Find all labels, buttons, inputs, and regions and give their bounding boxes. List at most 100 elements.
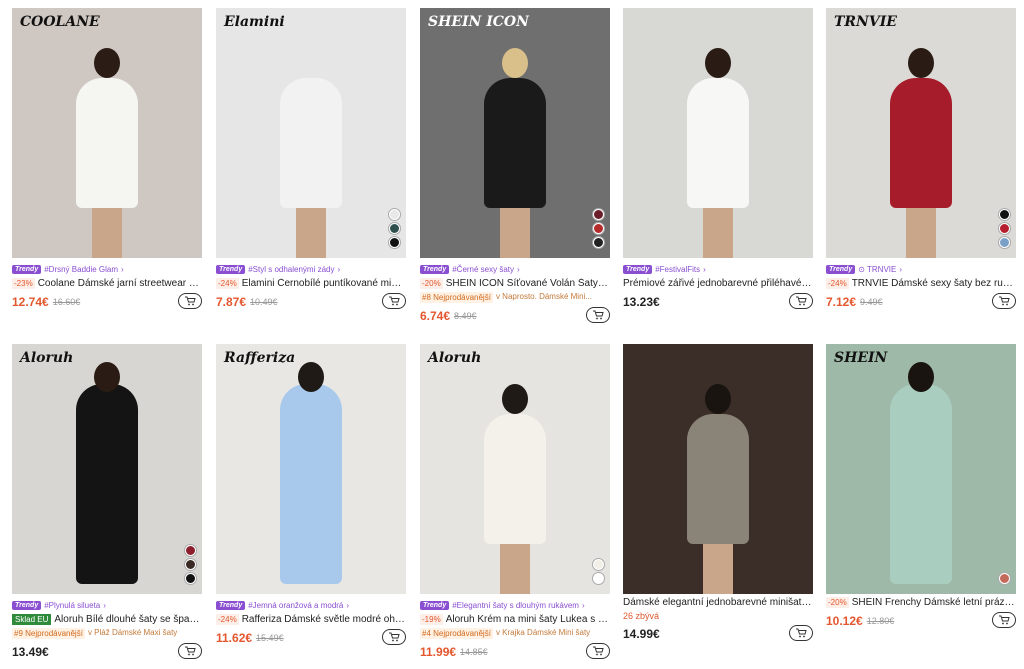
- price-row: 10.12€ 12.80€: [826, 612, 1016, 630]
- product-title[interactable]: Dámské elegantní jednobarevné minišaty s…: [623, 597, 813, 608]
- product-card[interactable]: Aloruh Trendy #Elegantní šaty s dlouhým ru…: [420, 344, 610, 661]
- model-figure: [280, 78, 342, 208]
- product-title-row[interactable]: -24% Elamini Černobílé puntíkované mini š…: [216, 278, 406, 289]
- color-swatch[interactable]: [999, 573, 1010, 584]
- add-to-cart-button[interactable]: [382, 293, 406, 309]
- product-title[interactable]: SHEIN Frenchy Dámské letní prázdni...: [852, 597, 1016, 608]
- trend-label: #FestivalFits: [655, 264, 701, 274]
- product-card[interactable]: SHEIN -20% SHEIN Frenchy Dámské letní práz…: [826, 344, 1016, 630]
- add-to-cart-button[interactable]: [586, 643, 610, 659]
- add-to-cart-button[interactable]: [382, 629, 406, 645]
- product-title-row[interactable]: -24% TRNVIE Dámské sexy šaty bez rukáv...: [826, 278, 1016, 289]
- price: 11.62€: [216, 631, 253, 645]
- product-title[interactable]: TRNVIE Dámské sexy šaty bez rukáv...: [852, 278, 1016, 289]
- product-card[interactable]: Aloruh Trendy #Plynulá silueta › Sklad EU Alo…: [12, 344, 202, 661]
- product-image[interactable]: Aloruh: [420, 344, 610, 594]
- product-image[interactable]: Rafferiza: [216, 344, 406, 594]
- product-image[interactable]: [623, 344, 813, 594]
- product-title[interactable]: Prémiové zářivé jednobarevné přiléhavé š…: [623, 278, 813, 289]
- price-row: 11.62€ 15.49€: [216, 629, 406, 647]
- trend-tag[interactable]: Trendy #FestivalFits ›: [623, 263, 813, 275]
- trend-tag[interactable]: Trendy #Elegantní šaty s dlouhým rukávem ›: [420, 599, 610, 611]
- color-swatch[interactable]: [999, 209, 1010, 220]
- add-to-cart-button[interactable]: [178, 293, 202, 309]
- trend-tag[interactable]: Trendy #Jemná oranžová a modrá ›: [216, 599, 406, 611]
- model-figure: [687, 78, 749, 208]
- add-to-cart-button[interactable]: [789, 625, 813, 641]
- price: 7.12€: [826, 295, 857, 309]
- price-row: 11.99€ 14.85€: [420, 643, 610, 661]
- color-swatch[interactable]: [389, 223, 400, 234]
- product-image[interactable]: SHEIN: [826, 344, 1016, 594]
- color-swatch[interactable]: [185, 559, 196, 570]
- color-swatch[interactable]: [593, 223, 604, 234]
- product-title-row[interactable]: -20% SHEIN ICON Síťované Volán Šaty na ..…: [420, 278, 610, 289]
- product-card[interactable]: Trendy #FestivalFits › Prémiové zářivé jedn…: [623, 8, 813, 311]
- trendy-badge: Trendy: [216, 600, 246, 610]
- color-swatch[interactable]: [999, 237, 1010, 248]
- trend-tag[interactable]: Trendy #Drsný Baddie Glam ›: [12, 263, 202, 275]
- product-title[interactable]: Aloruh Krém na mini šaty Lukea s dl...: [446, 614, 610, 625]
- product-title-row[interactable]: -23% Coolane Dámské jarní streetwear hip.…: [12, 278, 202, 289]
- price: 14.99€: [623, 627, 660, 641]
- original-price: 10.49€: [250, 297, 278, 307]
- color-swatch[interactable]: [593, 573, 604, 584]
- color-swatches: [593, 559, 604, 584]
- product-title-row[interactable]: Prémiové zářivé jednobarevné přiléhavé š…: [623, 278, 813, 289]
- product-card[interactable]: COOLANE Trendy #Drsný Baddie Glam › -23% Cool…: [12, 8, 202, 311]
- product-title-row[interactable]: -19% Aloruh Krém na mini šaty Lukea s dl.…: [420, 614, 610, 625]
- product-card[interactable]: SHEIN ICON Trendy #Černé sexy šaty › -20% SHE…: [420, 8, 610, 325]
- add-to-cart-button[interactable]: [992, 293, 1016, 309]
- product-title-row[interactable]: -20% SHEIN Frenchy Dámské letní prázdni..…: [826, 597, 1016, 608]
- trend-tag[interactable]: Trendy #Černé sexy šaty ›: [420, 263, 610, 275]
- trend-tag[interactable]: Trendy #Plynulá silueta ›: [12, 599, 202, 611]
- color-swatch[interactable]: [593, 209, 604, 220]
- model-head: [705, 48, 731, 78]
- bestseller-rank[interactable]: #8 Nejprodávanější v Naprosto. Dámské Min…: [420, 292, 610, 303]
- model-legs: [296, 208, 326, 258]
- color-swatch[interactable]: [389, 237, 400, 248]
- product-title-row[interactable]: Dámské elegantní jednobarevné minišaty s…: [623, 597, 813, 608]
- color-swatch[interactable]: [389, 209, 400, 220]
- product-title[interactable]: Elamini Černobílé puntíkované mini š...: [242, 278, 406, 289]
- product-title[interactable]: Rafferiza Dámské světle modré ohláv...: [242, 614, 406, 625]
- product-image[interactable]: TRNVIE: [826, 8, 1016, 258]
- product-title[interactable]: Aloruh Bílé dlouhé šaty se špaget...: [54, 614, 202, 625]
- color-swatch[interactable]: [999, 223, 1010, 234]
- add-to-cart-button[interactable]: [992, 612, 1016, 628]
- discount-badge: -20%: [420, 278, 443, 289]
- discount-badge: -23%: [12, 278, 35, 289]
- brand-logo: Aloruh: [428, 350, 482, 366]
- price: 12.74€: [12, 295, 49, 309]
- product-card[interactable]: Elamini Trendy #Styl s odhalenými zády › -24…: [216, 8, 406, 311]
- color-swatch[interactable]: [185, 545, 196, 556]
- price-row: 12.74€ 16.60€: [12, 293, 202, 311]
- color-swatch[interactable]: [593, 237, 604, 248]
- chevron-right-icon: ›: [121, 264, 124, 274]
- product-image[interactable]: Aloruh: [12, 344, 202, 594]
- trend-tag[interactable]: Trendy ⊙ TRNVIE ›: [826, 263, 1016, 275]
- chevron-right-icon: ›: [899, 264, 903, 274]
- product-image[interactable]: COOLANE: [12, 8, 202, 258]
- color-swatch[interactable]: [593, 559, 604, 570]
- product-card[interactable]: Rafferiza Trendy #Jemná oranžová a modrá › -…: [216, 344, 406, 647]
- product-card[interactable]: TRNVIE Trendy ⊙ TRNVIE › -24% TRNVIE Dámské s…: [826, 8, 1016, 311]
- product-image[interactable]: Elamini: [216, 8, 406, 258]
- model-figure: [484, 78, 546, 208]
- color-swatch[interactable]: [185, 573, 196, 584]
- trend-tag[interactable]: Trendy #Styl s odhalenými zády ›: [216, 263, 406, 275]
- bestseller-rank[interactable]: #9 Nejprodávanější v Pláž Dámské Maxi šat…: [12, 628, 202, 639]
- product-image[interactable]: SHEIN ICON: [420, 8, 610, 258]
- add-to-cart-button[interactable]: [178, 643, 202, 659]
- product-title[interactable]: Coolane Dámské jarní streetwear hip...: [38, 278, 202, 289]
- add-to-cart-button[interactable]: [586, 307, 610, 323]
- product-title[interactable]: SHEIN ICON Síťované Volán Šaty na ...: [446, 278, 610, 289]
- product-card[interactable]: Dámské elegantní jednobarevné minišaty s…: [623, 344, 813, 643]
- bestseller-rank[interactable]: #4 Nejprodávanější v Krajka Dámské Mini š…: [420, 628, 610, 639]
- product-title-row[interactable]: Sklad EU Aloruh Bílé dlouhé šaty se špage…: [12, 614, 202, 625]
- chevron-right-icon: ›: [337, 264, 341, 274]
- product-image[interactable]: [623, 8, 813, 258]
- add-to-cart-button[interactable]: [789, 293, 813, 309]
- price: 13.49€: [12, 645, 49, 659]
- product-title-row[interactable]: -24% Rafferiza Dámské světle modré ohláv.…: [216, 614, 406, 625]
